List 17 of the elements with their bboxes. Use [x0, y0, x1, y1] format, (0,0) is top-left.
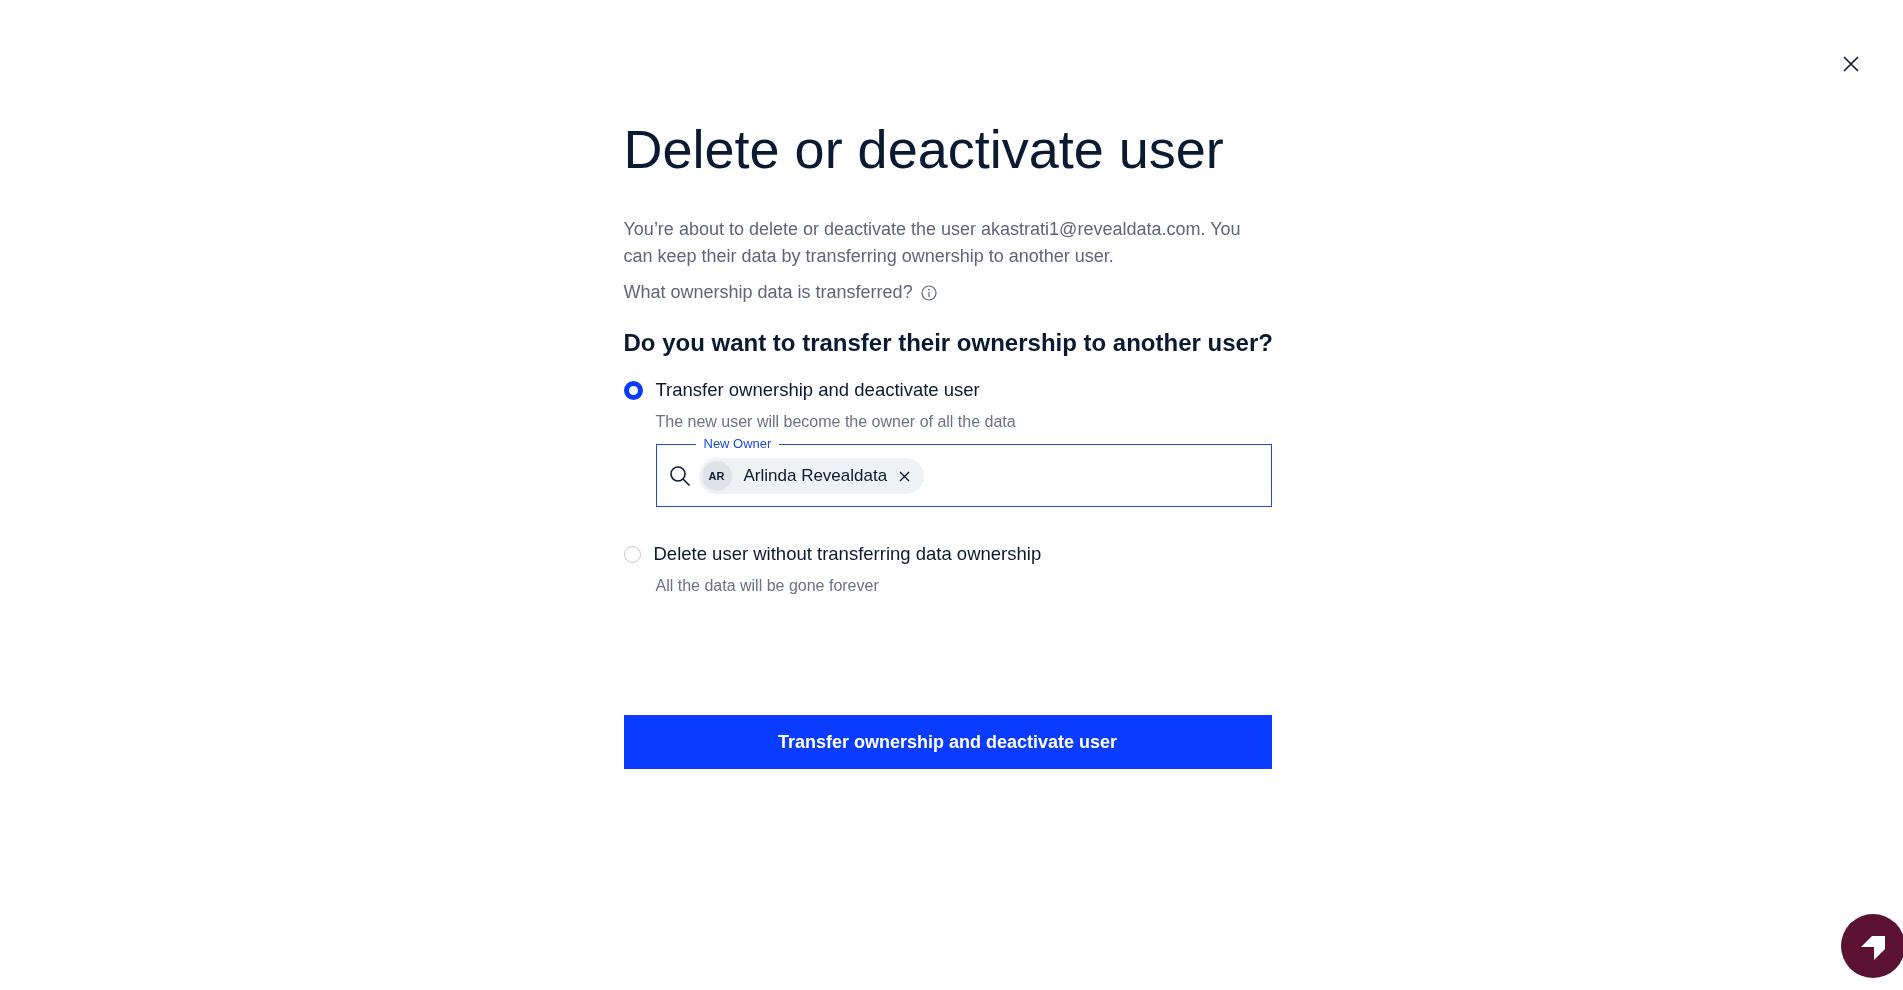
remove-button[interactable]	[899, 470, 911, 482]
option-hint: The new user will become the owner of all the data	[655, 413, 1017, 431]
option-label[interactable]: Delete user without transferring data ownership	[653, 543, 1042, 565]
info-link[interactable]: What ownership data is transferred?	[623, 282, 913, 303]
avatar-initials: AR	[701, 461, 732, 491]
info-icon[interactable]	[920, 284, 937, 301]
question-heading: Do you want to transfer their ownership to another user?	[623, 329, 1272, 357]
owner-field[interactable]: New Owner AR Arlinda Revealdata	[655, 436, 1272, 507]
radio-button[interactable]	[623, 380, 643, 400]
close-button[interactable]	[1843, 56, 1859, 72]
intro-text: You’re about to delete or deactivate the user akastrati1@revealdata.com. You can keep their data by transferring ownership to another user.	[623, 218, 1242, 268]
option-hint: All the data will be gone forever	[655, 577, 880, 595]
option-label[interactable]: Transfer ownership and deactivate user	[655, 379, 980, 401]
owner-name: Arlinda Revealdata	[743, 466, 888, 486]
submit-button[interactable]: Transfer ownership and deactivate user	[623, 715, 1272, 769]
search-icon	[668, 465, 691, 487]
dialog-title: Delete or deactivate user	[623, 118, 1225, 180]
